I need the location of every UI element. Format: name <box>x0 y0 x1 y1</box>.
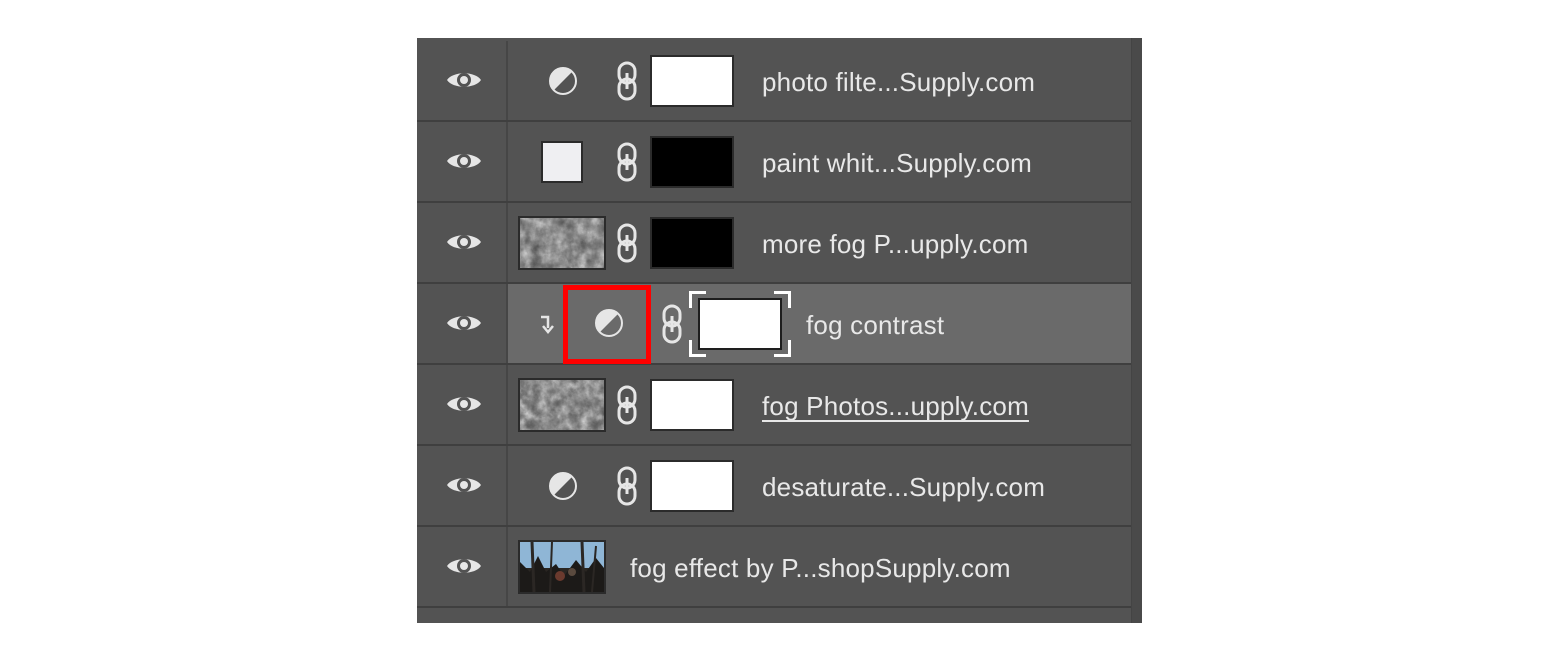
layer-name[interactable]: photo filte...Supply.com <box>762 67 1035 98</box>
layer-name[interactable]: more fog P...upply.com <box>762 229 1028 260</box>
eye-icon[interactable] <box>445 68 483 92</box>
layer-content[interactable]: fog Photos...upply.com <box>508 365 1131 444</box>
layer-content[interactable]: photo filte...Supply.com <box>508 41 1131 120</box>
layer-mask-thumbnail[interactable] <box>698 298 782 350</box>
layer-content[interactable]: more fog P...upply.com <box>508 203 1131 282</box>
visibility-cell[interactable] <box>417 41 508 120</box>
layer-row-desaturate[interactable]: desaturate...Supply.com <box>417 446 1131 527</box>
visibility-cell[interactable] <box>417 203 508 282</box>
eye-icon[interactable] <box>445 230 483 254</box>
layer-content[interactable]: paint whit...Supply.com <box>508 122 1131 201</box>
link-icon[interactable] <box>661 304 683 344</box>
eye-icon[interactable] <box>445 554 483 578</box>
layer-row-photo-filter[interactable]: photo filte...Supply.com <box>417 41 1131 122</box>
layer-name[interactable]: fog Photos...upply.com <box>762 391 1029 422</box>
fog-texture-thumbnail[interactable] <box>518 378 606 432</box>
layer-content[interactable]: fog effect by P...shopSupply.com <box>508 527 1131 606</box>
adjustment-layer-icon <box>549 67 577 95</box>
color-fill-thumbnail[interactable] <box>541 141 583 183</box>
link-icon[interactable] <box>616 385 638 425</box>
visibility-cell[interactable] <box>417 527 508 606</box>
layers-panel: photo filte...Supply.com paint whit...Su… <box>417 38 1142 623</box>
eye-icon[interactable] <box>445 473 483 497</box>
visibility-cell[interactable] <box>417 122 508 201</box>
eye-icon[interactable] <box>445 392 483 416</box>
selected-mask-frame[interactable] <box>689 291 791 357</box>
eye-icon[interactable] <box>445 311 483 335</box>
layer-row-fog-photoshop-supply[interactable]: fog Photos...upply.com <box>417 365 1131 446</box>
layer-name[interactable]: fog effect by P...shopSupply.com <box>630 553 1011 584</box>
layer-mask-thumbnail[interactable] <box>650 460 734 512</box>
layer-mask-thumbnail[interactable] <box>650 217 734 269</box>
layer-mask-thumbnail[interactable] <box>650 55 734 107</box>
link-icon[interactable] <box>616 223 638 263</box>
layer-name[interactable]: desaturate...Supply.com <box>762 472 1045 503</box>
link-icon[interactable] <box>616 142 638 182</box>
link-icon[interactable] <box>616 61 638 101</box>
layer-mask-thumbnail[interactable] <box>650 379 734 431</box>
layer-row-paint-white[interactable]: paint whit...Supply.com <box>417 122 1131 203</box>
adjustment-layer-icon[interactable] <box>594 308 624 338</box>
eye-icon[interactable] <box>445 149 483 173</box>
panel-scrollbar[interactable] <box>1131 38 1142 623</box>
layer-name[interactable]: paint whit...Supply.com <box>762 148 1032 179</box>
layer-content[interactable]: fog contrast <box>508 284 1131 363</box>
layer-content[interactable]: desaturate...Supply.com <box>508 446 1131 525</box>
layer-mask-thumbnail[interactable] <box>650 136 734 188</box>
photo-thumbnail[interactable] <box>518 540 606 594</box>
visibility-cell[interactable] <box>417 446 508 525</box>
visibility-cell[interactable] <box>417 284 508 363</box>
layer-row-more-fog[interactable]: more fog P...upply.com <box>417 203 1131 284</box>
adjustment-layer-icon <box>549 472 577 500</box>
layer-name[interactable]: fog contrast <box>806 310 944 341</box>
link-icon[interactable] <box>616 466 638 506</box>
fog-texture-thumbnail[interactable] <box>518 216 606 270</box>
layer-row-fog-effect-photo[interactable]: fog effect by P...shopSupply.com <box>417 527 1131 608</box>
visibility-cell[interactable] <box>417 365 508 444</box>
layer-row-fog-contrast[interactable]: fog contrast <box>417 284 1131 365</box>
clipping-mask-icon <box>541 315 554 334</box>
